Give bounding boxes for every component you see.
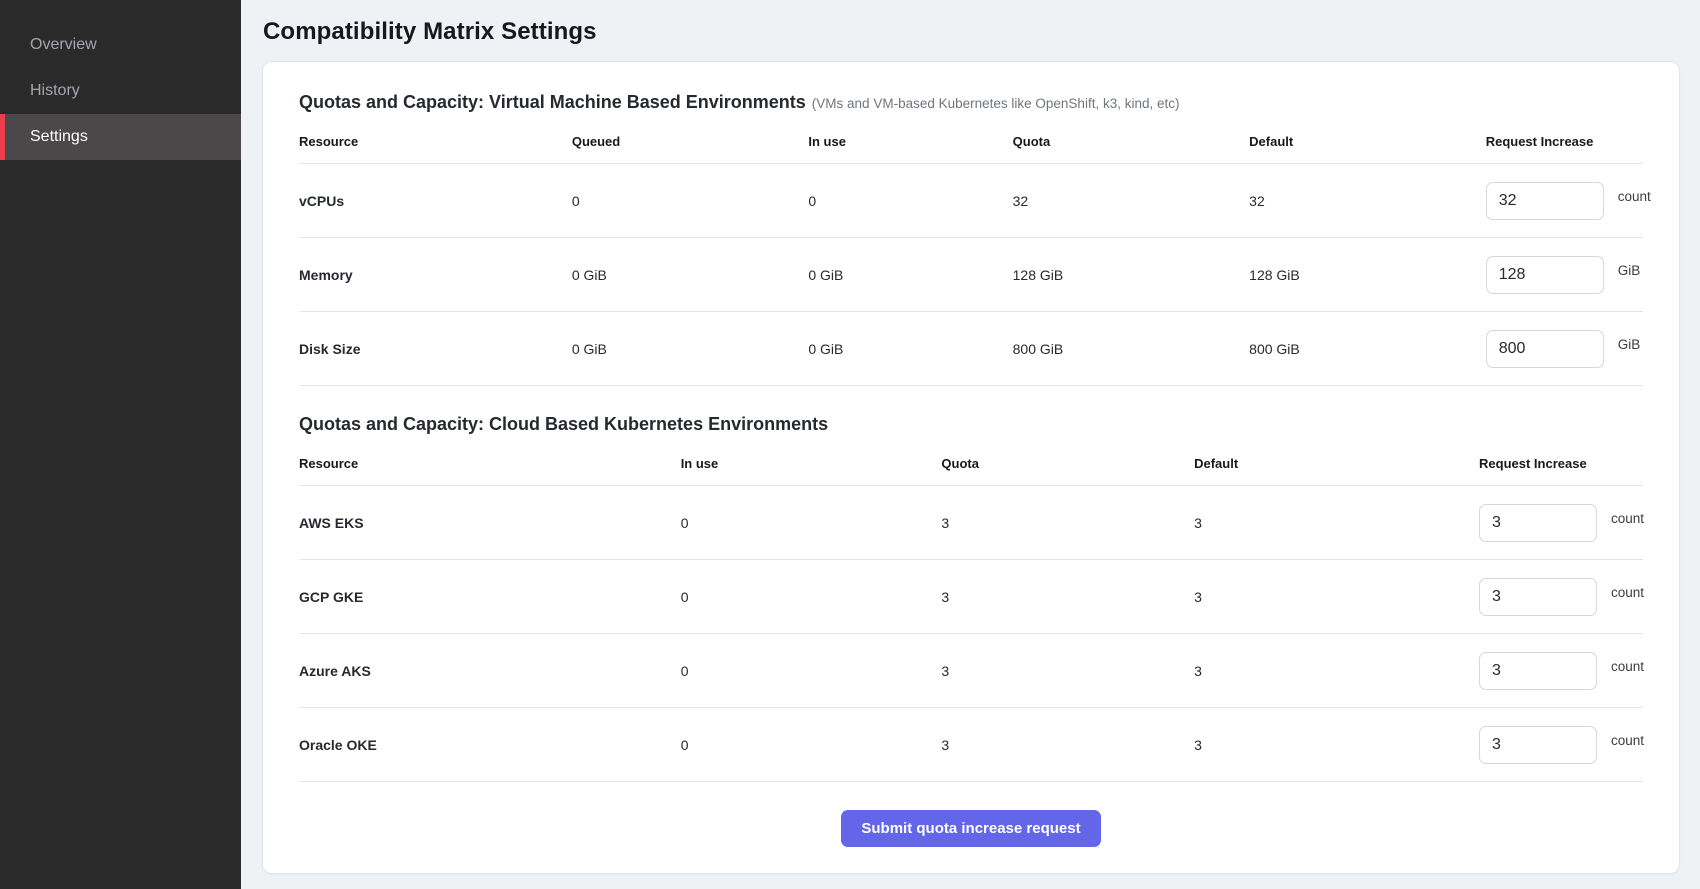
cloud-table-header-row: Resource In use Quota Default Request In… <box>299 435 1643 486</box>
cloud-section-title-text: Quotas and Capacity: Cloud Based Kuberne… <box>299 414 828 434</box>
vm-section-title: Quotas and Capacity: Virtual Machine Bas… <box>299 92 1643 113</box>
resource-name: AWS EKS <box>299 486 681 560</box>
request-increase-cell: count <box>1479 726 1643 764</box>
table-row: vCPUs 0 0 32 32 count <box>299 164 1643 238</box>
cloud-quota-table: Resource In use Quota Default Request In… <box>299 435 1643 782</box>
request-increase-input[interactable] <box>1479 726 1597 764</box>
column-header-default: Default <box>1249 113 1486 164</box>
in-use-value: 0 <box>681 708 942 782</box>
table-row: AWS EKS 0 3 3 count <box>299 486 1643 560</box>
resource-name: vCPUs <box>299 164 572 238</box>
request-increase-cell: count <box>1479 578 1643 616</box>
request-increase-input[interactable] <box>1479 578 1597 616</box>
unit-label: count <box>1611 585 1644 600</box>
request-increase-cell: GiB <box>1486 256 1643 294</box>
column-header-quota: Quota <box>1013 113 1250 164</box>
sidebar: Overview History Settings <box>0 0 241 889</box>
column-header-resource: Resource <box>299 435 681 486</box>
table-row: Memory 0 GiB 0 GiB 128 GiB 128 GiB GiB <box>299 238 1643 312</box>
request-increase-input[interactable] <box>1486 182 1604 220</box>
resource-name: Azure AKS <box>299 634 681 708</box>
default-value: 32 <box>1249 164 1486 238</box>
default-value: 3 <box>1194 560 1479 634</box>
page-title: Compatibility Matrix Settings <box>263 18 1680 46</box>
quota-value: 3 <box>941 708 1194 782</box>
default-value: 800 GiB <box>1249 312 1486 386</box>
cloud-section-title: Quotas and Capacity: Cloud Based Kuberne… <box>299 414 1643 435</box>
quota-value: 3 <box>941 486 1194 560</box>
quota-value: 3 <box>941 634 1194 708</box>
settings-card: Quotas and Capacity: Virtual Machine Bas… <box>262 61 1680 874</box>
in-use-value: 0 <box>681 486 942 560</box>
submit-quota-increase-button[interactable]: Submit quota increase request <box>841 810 1100 847</box>
request-increase-input[interactable] <box>1479 652 1597 690</box>
column-header-in-use: In use <box>808 113 1012 164</box>
unit-label: GiB <box>1618 337 1641 352</box>
resource-name: GCP GKE <box>299 560 681 634</box>
request-increase-cell: GiB <box>1486 330 1643 368</box>
vm-quota-table: Resource Queued In use Quota Default Req… <box>299 113 1643 386</box>
sidebar-item-settings[interactable]: Settings <box>0 114 241 160</box>
default-value: 3 <box>1194 486 1479 560</box>
in-use-value: 0 <box>681 634 942 708</box>
in-use-value: 0 <box>681 560 942 634</box>
queued-value: 0 GiB <box>572 238 809 312</box>
quota-value: 128 GiB <box>1013 238 1250 312</box>
quota-value: 3 <box>941 560 1194 634</box>
unit-label: count <box>1611 733 1644 748</box>
table-row: GCP GKE 0 3 3 count <box>299 560 1643 634</box>
column-header-queued: Queued <box>572 113 809 164</box>
queued-value: 0 <box>572 164 809 238</box>
default-value: 128 GiB <box>1249 238 1486 312</box>
resource-name: Memory <box>299 238 572 312</box>
in-use-value: 0 GiB <box>808 312 1012 386</box>
column-header-in-use: In use <box>681 435 942 486</box>
table-row: Oracle OKE 0 3 3 count <box>299 708 1643 782</box>
vm-section-title-text: Quotas and Capacity: Virtual Machine Bas… <box>299 92 806 112</box>
request-increase-cell: count <box>1479 652 1643 690</box>
sidebar-item-label: Overview <box>30 36 97 54</box>
in-use-value: 0 GiB <box>808 238 1012 312</box>
resource-name: Oracle OKE <box>299 708 681 782</box>
request-increase-input[interactable] <box>1486 256 1604 294</box>
table-row: Azure AKS 0 3 3 count <box>299 634 1643 708</box>
quota-value: 32 <box>1013 164 1250 238</box>
column-header-default: Default <box>1194 435 1479 486</box>
vm-table-header-row: Resource Queued In use Quota Default Req… <box>299 113 1643 164</box>
submit-row: Submit quota increase request <box>299 782 1643 853</box>
main-content: Compatibility Matrix Settings Quotas and… <box>241 0 1700 889</box>
column-header-resource: Resource <box>299 113 572 164</box>
vm-section-subtitle: (VMs and VM-based Kubernetes like OpenSh… <box>812 96 1180 111</box>
sidebar-item-label: Settings <box>30 128 88 146</box>
column-header-request-increase: Request Increase <box>1486 113 1643 164</box>
sidebar-item-overview[interactable]: Overview <box>0 22 241 68</box>
sidebar-item-label: History <box>30 82 80 100</box>
request-increase-input[interactable] <box>1479 504 1597 542</box>
queued-value: 0 GiB <box>572 312 809 386</box>
column-header-quota: Quota <box>941 435 1194 486</box>
in-use-value: 0 <box>808 164 1012 238</box>
table-row: Disk Size 0 GiB 0 GiB 800 GiB 800 GiB Gi… <box>299 312 1643 386</box>
quota-value: 800 GiB <box>1013 312 1250 386</box>
column-header-request-increase: Request Increase <box>1479 435 1643 486</box>
unit-label: GiB <box>1618 263 1641 278</box>
sidebar-item-history[interactable]: History <box>0 68 241 114</box>
request-increase-input[interactable] <box>1486 330 1604 368</box>
default-value: 3 <box>1194 634 1479 708</box>
unit-label: count <box>1618 189 1651 204</box>
request-increase-cell: count <box>1479 504 1643 542</box>
resource-name: Disk Size <box>299 312 572 386</box>
unit-label: count <box>1611 659 1644 674</box>
unit-label: count <box>1611 511 1644 526</box>
request-increase-cell: count <box>1486 182 1643 220</box>
default-value: 3 <box>1194 708 1479 782</box>
